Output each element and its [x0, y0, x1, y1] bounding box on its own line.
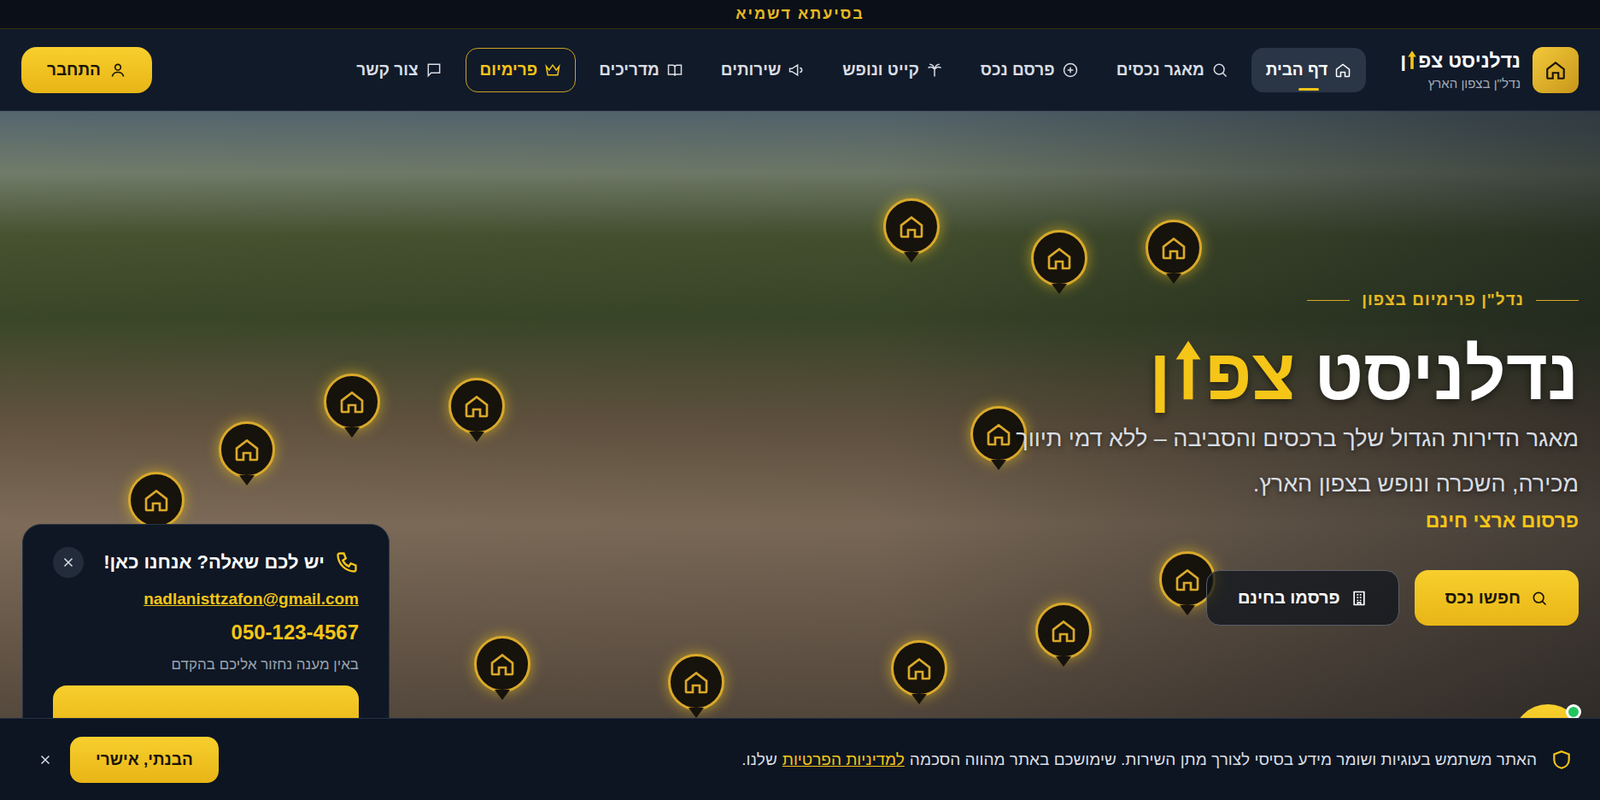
plus-circle-icon	[1061, 61, 1079, 79]
map-pin-icon	[890, 639, 948, 697]
palm-icon	[926, 61, 944, 79]
crown-icon	[544, 61, 562, 79]
logo-home-icon	[1532, 46, 1579, 94]
popup-close-button[interactable]	[52, 546, 84, 578]
map-pin-icon	[448, 377, 505, 434]
nav-item[interactable]: פרסם נכס	[966, 47, 1094, 93]
cookie-close-button[interactable]	[34, 748, 57, 771]
nav-item[interactable]: מאגר נכסים	[1101, 47, 1243, 93]
map-pin-icon	[1031, 229, 1088, 287]
hero-content: נדל"ן פרימיום בצפון נדלניסטצפן מאגר הדירות…	[963, 111, 1600, 626]
shield-icon	[1550, 748, 1573, 771]
map-pin-icon	[128, 471, 185, 528]
top-bar: בסיעתא דשמיא	[0, 0, 1600, 30]
map-pin-icon	[474, 635, 531, 692]
hero-title: נדלניסטצפן	[1148, 333, 1579, 411]
logo-title: נדלניסטצפן	[1400, 48, 1521, 73]
nav-item[interactable]: פרימיום	[465, 47, 577, 93]
hero-subtitle: מכירה, השכרה ונופש בצפון הארץ.	[1253, 470, 1579, 498]
popup-email[interactable]: nadlanisttzafon@gmail.com	[143, 589, 359, 609]
arrow-up-icon	[1172, 333, 1204, 407]
page: בסיעתא דשמיא נדלניסטצפן נדל"ן בצפון הארץ דף…	[0, 0, 1600, 800]
close-icon	[37, 751, 53, 768]
hero-eyebrow: נדל"ן פרימיום בצפון	[1306, 290, 1579, 310]
nav-item[interactable]: דף הבית	[1251, 47, 1367, 93]
cookie-text: האתר משתמש בעוגיות ושומר מידע בסיסי לצור…	[741, 750, 1537, 769]
popup-note: באין מענה נחזור אליכם בהקדם	[171, 656, 359, 674]
building-icon	[1350, 589, 1368, 607]
privacy-link[interactable]: למדיניות הפרטיות	[782, 750, 905, 769]
search-icon	[1530, 589, 1548, 607]
login-button[interactable]: התחבר	[21, 46, 153, 94]
megaphone-icon	[787, 61, 805, 79]
map-pin-icon	[1145, 219, 1202, 276]
hero-subtitle: מאגר הדירות הגדול שלך ברכסים והסביבה – ל…	[1015, 425, 1579, 452]
cookie-bar: האתר משתמש בעוגיות ושומר מידע בסיסי לצור…	[0, 717, 1600, 800]
publish-free-button[interactable]: פרסמו בחינם	[1206, 569, 1400, 626]
logo[interactable]: נדלניסטצפן נדל"ן בצפון הארץ	[1400, 46, 1579, 94]
nav-item[interactable]: צור קשר	[341, 47, 457, 93]
home-icon	[1334, 61, 1352, 79]
search-property-button[interactable]: חפשו נכס	[1414, 569, 1579, 626]
nav-menu: דף הביתמאגר נכסיםפרסם נכסקייט ונופששירות…	[169, 47, 1384, 93]
map-pin-icon	[218, 421, 276, 478]
hero-highlight: פרסום ארצי חינם	[1425, 509, 1579, 533]
user-icon	[109, 61, 127, 79]
logo-subtitle: נדל"ן בצפון הארץ	[1400, 76, 1521, 91]
popup-title: יש לכם שאלה? אנחנו כאן!	[103, 550, 325, 574]
nav-bar: נדלניסטצפן נדל"ן בצפון הארץ דף הביתמאגר נכ…	[0, 29, 1600, 112]
hero: נדל"ן פרימיום בצפון נדלניסטצפן מאגר הדירות…	[0, 111, 1600, 800]
search-icon	[1211, 61, 1229, 79]
map-pin-icon	[1035, 602, 1092, 659]
active-indicator	[1298, 87, 1319, 91]
close-icon	[60, 554, 77, 570]
book-icon	[666, 61, 684, 79]
chat-icon	[425, 61, 443, 79]
nav-item[interactable]: מדריכים	[584, 47, 698, 93]
cookie-accept-button[interactable]: הבנתי, אישרי	[70, 736, 219, 783]
map-pin-icon	[883, 198, 940, 255]
arrow-up-icon	[1406, 48, 1418, 71]
nav-item[interactable]: קייט ונופש	[827, 47, 958, 93]
nav-item[interactable]: שירותים	[706, 47, 820, 93]
phone-icon	[334, 550, 359, 575]
top-bar-text: בסיעתא דשמיא	[735, 5, 865, 24]
popup-phone[interactable]: 050-123-4567	[231, 620, 359, 645]
map-pin-icon	[323, 373, 381, 430]
map-pin-icon	[668, 653, 725, 710]
